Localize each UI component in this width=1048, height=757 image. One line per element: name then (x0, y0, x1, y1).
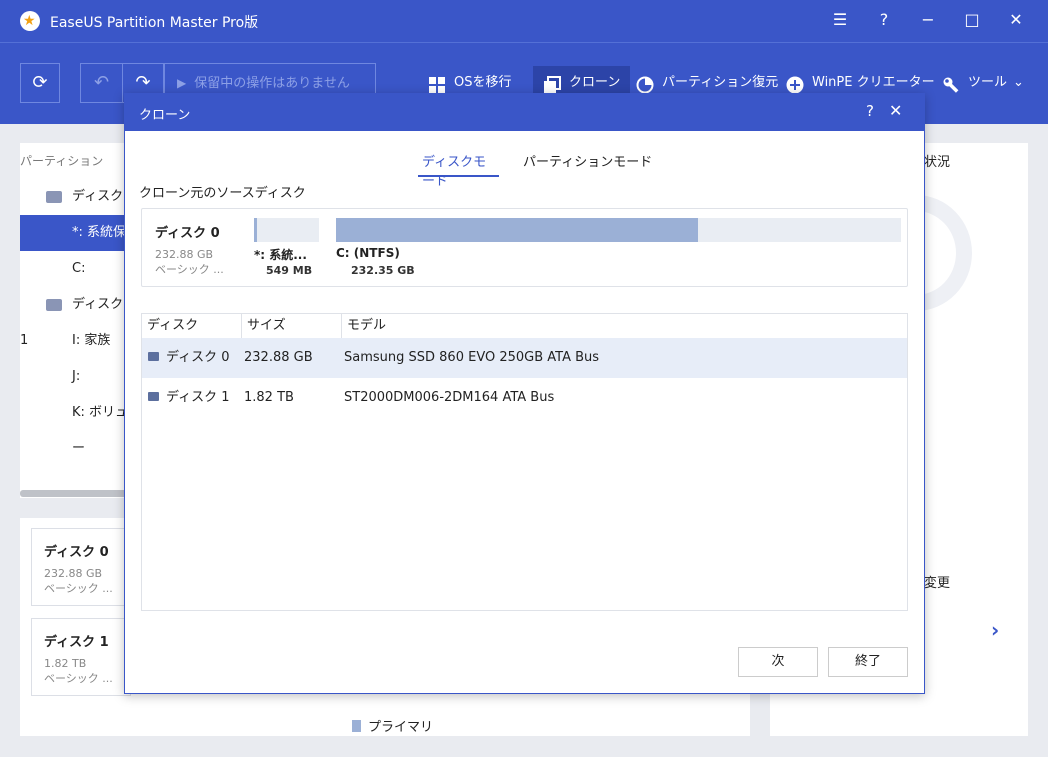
cell-model: Samsung SSD 860 EVO 250GB ATA Bus (344, 350, 600, 365)
disk-card-size: 1.82 TB (44, 657, 87, 670)
tree-item-label: C: (72, 261, 86, 276)
minimize-button[interactable]: − (918, 10, 938, 29)
help-icon[interactable]: ? (874, 10, 894, 29)
nav-label: ツール (968, 75, 1008, 90)
column-header-model[interactable]: モデル (342, 314, 908, 338)
dialog-help-icon[interactable]: ? (866, 102, 874, 120)
nav-label: パーティション復元 (662, 75, 779, 90)
tab-disk-mode[interactable]: ディスクモード (418, 151, 499, 189)
chevron-down-icon: ⌄ (1013, 75, 1024, 90)
cell-size: 232.88 GB (244, 350, 313, 365)
dialog-title-bar: クローン ? ✕ (125, 94, 924, 131)
disk-card-0[interactable]: ディスク 0 232.88 GB ベーシック ... (31, 528, 131, 606)
source-disk-size: 232.88 GB (155, 248, 214, 261)
cell-disk: ディスク 1 (166, 390, 230, 405)
table-row[interactable]: ディスク 1 1.82 TB ST2000DM006-2DM164 ATA Bu… (142, 378, 907, 418)
clone-icon (543, 74, 561, 93)
change-label-fragment: 変更 (924, 576, 951, 591)
clone-dialog: クローン ? ✕ ディスクモード パーティションモード クローン元のソースディス… (124, 93, 925, 694)
legend-primary: プライマリ (352, 716, 433, 735)
source-disk-name: ディスク 0 (155, 226, 220, 241)
wrench-icon (942, 74, 960, 93)
redo-icon: ↷ (135, 72, 151, 93)
title-divider (0, 42, 1048, 43)
status-heading-fragment: 状況 (924, 155, 951, 170)
tree-item-label: I: 家族 (72, 333, 111, 348)
partition-size: 232.35 GB (351, 264, 415, 277)
nav-label: WinPE クリエーター (812, 75, 935, 90)
legend-swatch (352, 720, 361, 732)
partition-name: C: (NTFS) (336, 246, 400, 260)
nav-label: クローン (569, 75, 621, 90)
disk-card-name: ディスク 1 (44, 635, 109, 650)
next-button[interactable]: 次 (738, 647, 818, 677)
source-disk-label: クローン元のソースディスク (139, 186, 306, 201)
tree-item-disk1[interactable]: ディスク 1 (20, 287, 130, 348)
disk-card-type: ベーシック ... (44, 582, 113, 595)
column-header-size[interactable]: サイズ (242, 314, 342, 338)
partition-bar-system[interactable] (254, 218, 319, 242)
tree-item-system-reserved[interactable]: *: 系統保 (20, 215, 130, 251)
partition-usage-fill (336, 218, 698, 242)
finish-button[interactable]: 終了 (828, 647, 908, 677)
disk-icon (46, 298, 62, 311)
tree-item-j[interactable]: J: (20, 359, 130, 395)
column-header-disk[interactable]: ディスク (142, 314, 242, 338)
tree-item-label: J: (72, 369, 81, 384)
plus-circle-icon (786, 74, 804, 93)
menu-icon[interactable]: ☰ (830, 10, 850, 29)
tab-partition-mode[interactable]: パーティションモード (523, 151, 652, 177)
pie-icon (636, 74, 654, 93)
nav-tools[interactable]: ツール ⌄ (942, 66, 1024, 100)
disk-card-name: ディスク 0 (44, 545, 109, 560)
dialog-close-icon[interactable]: ✕ (889, 101, 902, 120)
horizontal-scrollbar[interactable] (20, 490, 130, 497)
tree-item-c[interactable]: C: (20, 251, 130, 287)
undo-button[interactable]: ↶ (80, 63, 122, 103)
disk-table: ディスク サイズ モデル ディスク 0 232.88 GB Samsung SS… (141, 313, 908, 611)
cell-model: ST2000DM006-2DM164 ATA Bus (344, 390, 555, 405)
partition-size: 549 MB (266, 264, 313, 277)
app-logo-icon (20, 11, 40, 31)
nav-label: OSを移行 (454, 75, 512, 90)
refresh-button[interactable]: ⟳ (20, 63, 60, 103)
partition-bar-c[interactable] (336, 218, 901, 242)
tree-item-i[interactable]: I: 家族 (20, 323, 130, 359)
partition-usage-fill (254, 218, 258, 242)
play-icon: ▶ (177, 76, 187, 90)
legend-label: プライマリ (368, 720, 434, 735)
dialog-title: クローン (139, 108, 191, 123)
disk-card-1[interactable]: ディスク 1 1.82 TB ベーシック ... (31, 618, 131, 696)
tree-item-label: *: 系統保 (72, 225, 127, 240)
disk-icon (46, 190, 62, 203)
maximize-button[interactable]: □ (962, 10, 982, 29)
source-disk-type: ベーシック ... (155, 263, 224, 276)
windows-icon (428, 74, 446, 93)
close-button[interactable]: ✕ (1006, 10, 1026, 29)
pending-label: 保留中の操作はありません (194, 76, 350, 91)
title-bar: EaseUS Partition Master Pro版 ☰ ? − □ ✕ (0, 0, 1048, 42)
disk-icon (148, 352, 159, 361)
cell-disk: ディスク 0 (166, 350, 230, 365)
tree-item-k[interactable]: K: ボリュー (20, 395, 130, 456)
disk-card-size: 232.88 GB (44, 567, 103, 580)
disk-card-type: ベーシック ... (44, 672, 113, 685)
disk-icon (148, 392, 159, 401)
source-disk-summary[interactable]: ディスク 0 232.88 GB ベーシック ... *: 系統... 549 M… (141, 208, 908, 287)
tree-item-disk0[interactable]: ディスク 0 (20, 179, 130, 240)
refresh-icon: ⟳ (32, 72, 48, 93)
table-row[interactable]: ディスク 0 232.88 GB Samsung SSD 860 EVO 250… (142, 338, 907, 378)
app-title: EaseUS Partition Master Pro版 (50, 15, 259, 31)
partition-name: *: 系統... (254, 248, 307, 262)
partition-list-header: パーティション (20, 154, 104, 168)
undo-icon: ↶ (93, 72, 110, 93)
cell-size: 1.82 TB (244, 390, 294, 405)
chevron-right-icon[interactable]: › (991, 618, 999, 642)
